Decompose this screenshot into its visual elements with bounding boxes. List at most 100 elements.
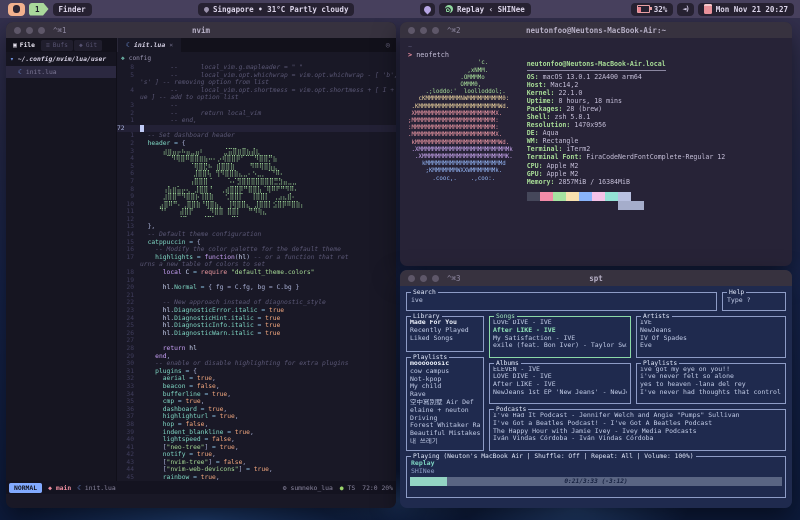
search-playlists-title: Playlists: [641, 360, 679, 367]
list-item[interactable]: Forest Whitaker Ra: [410, 422, 480, 430]
list-item[interactable]: I've Had It Podcast - Jennifer Welch and…: [493, 412, 782, 420]
close-window-button[interactable]: [14, 27, 21, 34]
pin-pill[interactable]: [420, 3, 435, 16]
minimize-window-button[interactable]: [26, 27, 33, 34]
code-line: 7 ⢠⣿⣿⣿⠈ ⠡⠌⣻⣿⣿⣿⣿⣿⣿⣿⣛⣳⣤⣀⣀: [117, 178, 396, 186]
apple-menu-button[interactable]: [8, 3, 25, 16]
list-item[interactable]: ELEVEN - IVE: [493, 366, 627, 374]
list-item[interactable]: elaine + neuton: [410, 407, 480, 415]
code-line: 28 return hl: [117, 345, 396, 353]
list-item[interactable]: cow campus: [410, 368, 480, 376]
minimize-window-button[interactable]: [420, 275, 427, 282]
list-item[interactable]: Recently Played: [410, 327, 480, 335]
tree-root-path[interactable]: ▾ ~/.config/nvim/lua/user: [6, 52, 116, 66]
sidebar-tab-bufs[interactable]: ≡Bufs: [41, 40, 73, 51]
zoom-window-button[interactable]: [432, 275, 439, 282]
songs-box[interactable]: Songs LOVE DIVE - IVEAfter LIKE - IVEMy …: [489, 316, 631, 358]
ascii-line: kMMMMMMMMMMMMMMMMMMMMMMd: [408, 161, 513, 168]
list-item[interactable]: Driving: [410, 415, 480, 423]
search-box[interactable]: Search ive: [406, 292, 717, 311]
list-item[interactable]: NewJeans: [640, 327, 782, 335]
podcasts-box[interactable]: Podcasts I've Had It Podcast - Jennifer …: [489, 409, 786, 451]
list-item[interactable]: Rave: [410, 391, 480, 399]
list-item[interactable]: LOVE DIVE - IVE: [493, 373, 627, 381]
code-line: 4 ⠉⠻⢿⣿⠿⣿⣿⣶⣦⠤⠄⡠⢾⣿⣿⡿⠋⠉⠉⠻⣿⣿⡛⣦: [117, 155, 396, 163]
now-playing-pill[interactable]: Replay ‹ SHINee: [439, 3, 531, 16]
info-row: Uptime: 8 hours, 18 mins: [527, 97, 726, 105]
info-row: CPU: Apple M2: [527, 162, 726, 170]
search-input[interactable]: ive: [407, 293, 716, 307]
workspace-badge[interactable]: 1: [29, 3, 49, 16]
bufferline: ☾ init.lua × ◎: [117, 38, 396, 52]
close-window-button[interactable]: [408, 27, 415, 34]
progress-bar[interactable]: 0:21/3:33 (-3:12): [410, 477, 782, 486]
code-line: 16 -- Modify the color palette for the d…: [117, 246, 396, 254]
list-item[interactable]: I've Got a Beatles Podcast! - I've Got A…: [493, 420, 782, 428]
weather-pill[interactable]: Singapore • 31°C Partly cloudy: [196, 3, 356, 16]
list-item[interactable]: Eve: [640, 342, 782, 350]
list-item[interactable]: Beautiful Mistakes: [410, 430, 480, 438]
list-item[interactable]: Made For You: [410, 319, 480, 327]
library-box[interactable]: Library Made For YouRecently PlayedLiked…: [406, 316, 484, 352]
code-line: 18 local C = require "default_theme.colo…: [117, 269, 396, 277]
nvim-titlebar[interactable]: ^⌘1 nvim: [6, 22, 396, 38]
close-buffer-icon[interactable]: ×: [169, 41, 173, 49]
active-app-pill[interactable]: Finder: [53, 3, 92, 16]
list-item[interactable]: LOVE DIVE - IVE: [493, 319, 627, 327]
terminal-titlebar[interactable]: ^⌘2 neutonfoo@Neutons-MacBook-Air:~: [400, 22, 792, 38]
clock-pill[interactable]: Mon Nov 21 20:27: [698, 3, 794, 16]
search-playlists-box[interactable]: Playlists ive got my eye on you!!i've ne…: [636, 363, 786, 405]
ascii-line: .XMMMMMMMMMMMMMMMMMMMMMMMMMMk: [408, 147, 513, 154]
code-line: 27: [117, 337, 396, 345]
code-line: ue ] -- add to option list: [117, 94, 396, 102]
spt-titlebar[interactable]: ^⌘3 spt: [400, 270, 792, 286]
zoom-window-button[interactable]: [432, 27, 439, 34]
info-row: Resolution: 1470x956: [527, 121, 726, 129]
artists-box[interactable]: Artists IVENewJeansIV Of SpadesEve: [636, 316, 786, 358]
code-line: 13 },: [117, 223, 396, 231]
tree-file-item[interactable]: ☾init.lua: [6, 66, 116, 78]
zoom-window-button[interactable]: [38, 27, 45, 34]
list-item[interactable]: NewJeans 1st EP 'New Jeans' - NewJeans: [493, 389, 627, 397]
list-item[interactable]: My child: [410, 383, 480, 391]
list-item[interactable]: IV Of Spades: [640, 335, 782, 343]
now-playing-box[interactable]: Playing (Neuton's MacBook Air | Shuffle:…: [406, 456, 786, 498]
sidebar-tab-file[interactable]: ▣File: [8, 40, 40, 51]
close-window-button[interactable]: [408, 275, 415, 282]
list-item[interactable]: yes to heaven -lana del rey: [640, 381, 782, 389]
list-item[interactable]: The Happy Hour with Jamie Ivey - Ivey Me…: [493, 428, 782, 436]
list-item[interactable]: After LIKE - IVE: [493, 327, 627, 335]
sidebar-tab-git[interactable]: ◆Git: [74, 40, 102, 51]
sound-pill[interactable]: ◄): [677, 3, 693, 16]
traffic-lights: [408, 27, 439, 34]
list-item[interactable]: ive got my eye on you!!: [640, 366, 782, 374]
minimize-window-button[interactable]: [420, 27, 427, 34]
list-item[interactable]: Liked Songs: [410, 335, 480, 343]
list-item[interactable]: i've never felt so alone: [640, 373, 782, 381]
list-item[interactable]: IVE: [640, 319, 782, 327]
info-row: Memory: 2857MiB / 16384MiB: [527, 178, 726, 186]
list-item[interactable]: My Satisfaction - IVE: [493, 335, 627, 343]
playlists-box[interactable]: Playlists moooooosiccow campusNot-kpopMy…: [406, 357, 484, 451]
list-item[interactable]: moooooosic: [410, 360, 480, 368]
list-item[interactable]: exile (feat. Bon Iver) - Taylor Swift,: [493, 342, 627, 350]
color-swatch: [605, 192, 618, 201]
list-item[interactable]: I've never had thoughts that control me: [640, 389, 782, 397]
list-item[interactable]: 空中寫別墅 Air Def: [410, 399, 480, 407]
buffer-tab[interactable]: ☾ init.lua ×: [118, 38, 181, 52]
color-swatch: [631, 201, 644, 210]
tabline-menu-icon[interactable]: ◎: [386, 41, 396, 49]
list-item[interactable]: After LIKE - IVE: [493, 381, 627, 389]
ascii-line: .;loddo:' loolloddol;.: [408, 89, 513, 96]
albums-box[interactable]: Albums ELEVEN - IVELOVE DIVE - IVEAfter …: [489, 363, 631, 405]
code-buffer[interactable]: 8 -- local_vim.g.mapleader = " "5 -- loc…: [117, 64, 396, 481]
list-item[interactable]: Not-kpop: [410, 376, 480, 384]
list-item[interactable]: Iván Vindas Córdoba - Iván Vindas Córdob…: [493, 435, 782, 443]
battery-pill[interactable]: 32%: [631, 3, 674, 16]
ascii-line: .OMMMMo: [408, 75, 513, 82]
treesitter-dot-icon: ●: [340, 484, 344, 492]
code-line: 35 cmp = true,: [117, 398, 396, 406]
list-item[interactable]: 내 쓰레기: [410, 438, 480, 446]
window-hotkey: ^⌘2: [447, 26, 461, 35]
terminal-content[interactable]: ~ > neofetch 'c. ,xNMM. .OMMMMo OMMM0, .…: [400, 38, 792, 215]
